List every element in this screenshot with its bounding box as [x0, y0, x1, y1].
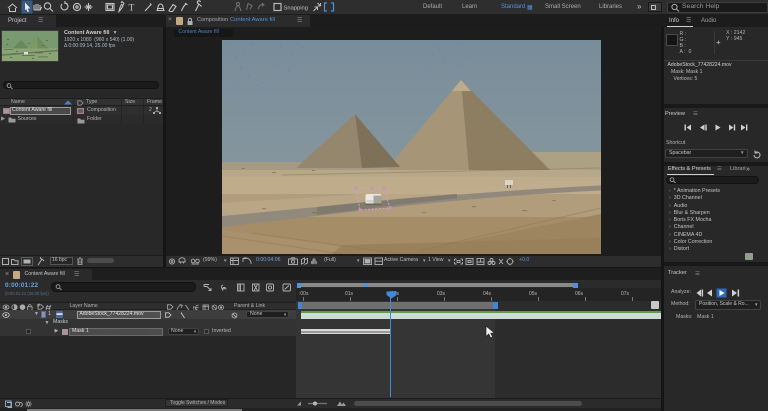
svg-text:Snapping: Snapping [284, 6, 309, 12]
svg-text:T: T [129, 4, 135, 14]
